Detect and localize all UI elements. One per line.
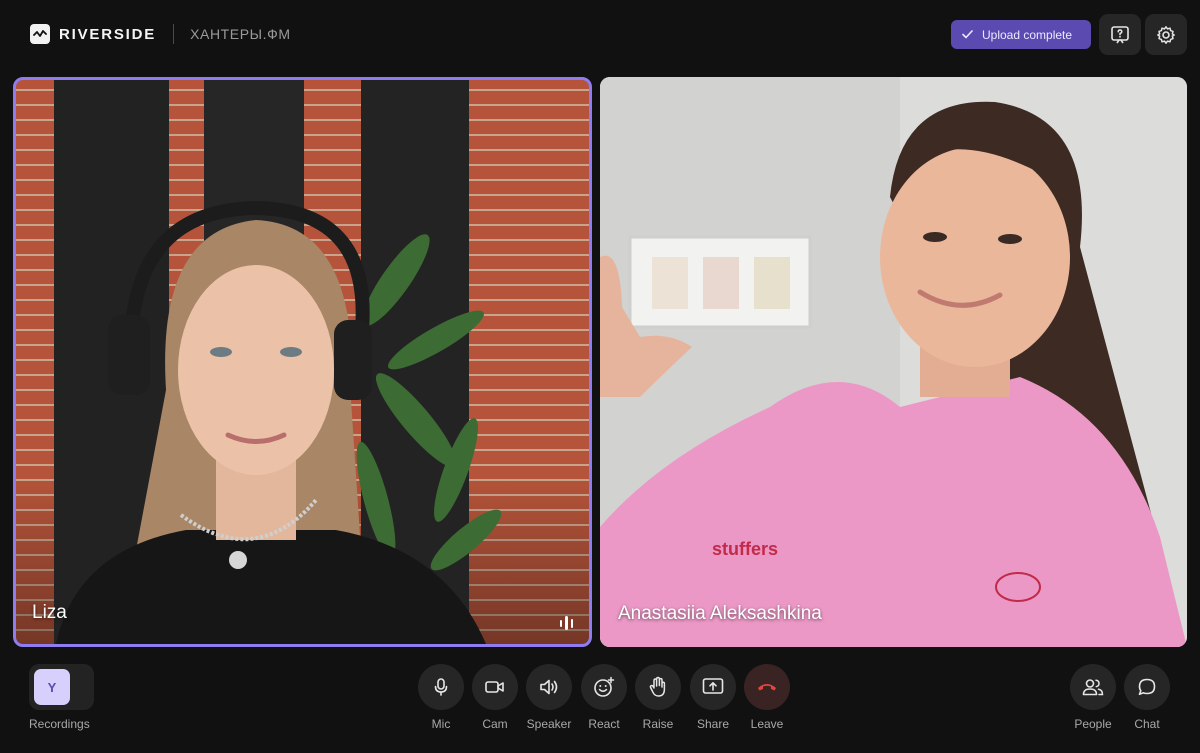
cam-button[interactable]: Cam [472, 664, 518, 731]
share-screen-button[interactable]: Share [690, 664, 736, 731]
check-icon [962, 30, 973, 39]
participant-name: Anastasiia Aleksashkina [618, 603, 822, 624]
brand-divider [173, 24, 175, 44]
brand-name: RIVERSIDE [59, 25, 157, 43]
react-button[interactable]: React [581, 664, 627, 731]
top-bar: RIVERSIDE ХАНТЕРЫ.ФМ Upload complete [0, 0, 1200, 70]
brand: RIVERSIDE ХАНТЕРЫ.ФМ [30, 24, 291, 44]
participant-name: Liza [32, 602, 67, 623]
bottom-toolbar: Y Recordings Mic Cam Speaker React Raise… [0, 655, 1200, 753]
people-icon [1082, 677, 1104, 697]
help-message-icon [1110, 25, 1130, 45]
leave-button[interactable]: Leave [744, 664, 790, 731]
chat-icon [1137, 677, 1157, 697]
share-screen-icon [702, 677, 724, 697]
participant-video [54, 80, 502, 644]
video-tile-liza[interactable]: Liza [13, 77, 592, 647]
upload-status-badge[interactable]: Upload complete [951, 20, 1091, 49]
speaker-button[interactable]: Speaker [526, 664, 572, 731]
gear-icon [1156, 25, 1176, 45]
video-tile-anastasiia[interactable]: stuffers Anastasiia Aleksashkina [600, 77, 1187, 647]
leave-label: Leave [750, 717, 784, 731]
raise-hand-button[interactable]: Raise [635, 664, 681, 731]
settings-button[interactable] [1145, 14, 1187, 55]
speaker-icon [538, 677, 560, 697]
svg-text:stuffers: stuffers [712, 539, 778, 559]
studio-name: ХАНТЕРЫ.ФМ [190, 26, 291, 42]
hand-icon [648, 676, 668, 698]
upload-status-label: Upload complete [982, 27, 1073, 42]
phone-hangup-icon [756, 681, 778, 693]
mic-button[interactable]: Mic [418, 664, 464, 731]
recordings-avatar: Y [34, 669, 70, 705]
chat-button[interactable]: Chat [1124, 664, 1170, 731]
chat-label: Chat [1134, 717, 1160, 731]
recordings-button[interactable]: Y [29, 664, 94, 710]
microphone-icon [431, 677, 451, 697]
participant-video: stuffers [600, 77, 1187, 647]
recordings-label: Recordings [29, 717, 90, 731]
audio-level-icon [559, 616, 573, 630]
emoji-icon [593, 676, 615, 698]
riverside-logo-icon [30, 24, 50, 44]
help-button[interactable] [1099, 14, 1141, 55]
people-button[interactable]: People [1070, 664, 1116, 731]
camera-icon [484, 677, 506, 697]
